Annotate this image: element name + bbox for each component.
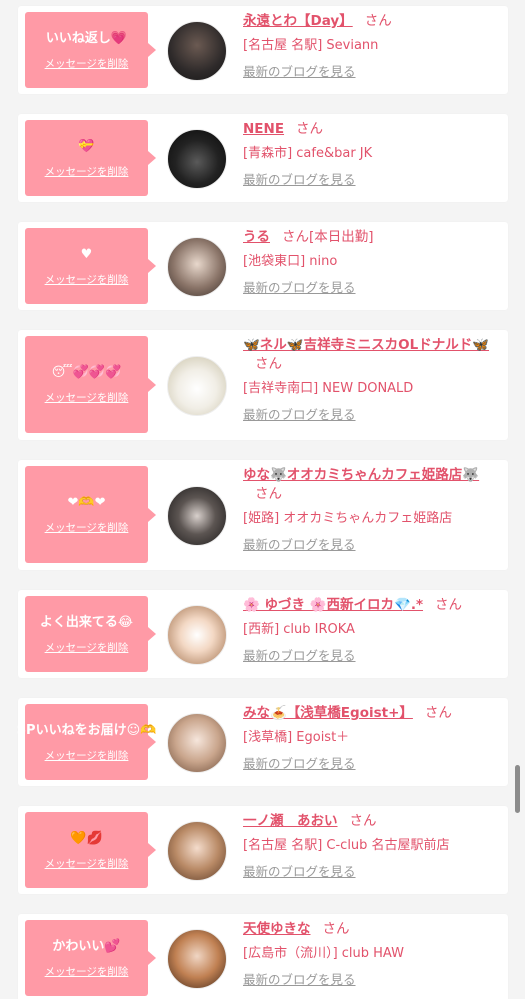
message-box: かわいい💕 メッセージを削除 bbox=[25, 920, 156, 996]
cast-name-link[interactable]: 🌸 ゆづき 🌸西新イロカ💎.* bbox=[243, 597, 423, 613]
cast-name-link[interactable]: ゆな🐺オオカミちゃんカフェ姫路店🐺 bbox=[243, 467, 479, 483]
delete-message-link[interactable]: メッセージを削除 bbox=[45, 164, 129, 179]
list-item: かわいい💕 メッセージを削除 天使ゆきな さん [広島市（流川）] club HA… bbox=[18, 914, 508, 999]
delete-message-link[interactable]: メッセージを削除 bbox=[45, 856, 129, 871]
latest-blog-link[interactable]: 最新のブログを見る bbox=[243, 971, 501, 988]
avatar[interactable] bbox=[167, 821, 227, 881]
avatar[interactable] bbox=[167, 129, 227, 189]
shop-area: [名古屋 名駅] Seviann bbox=[243, 38, 379, 53]
name-suffix: [本日出勤] bbox=[309, 229, 374, 245]
list-item: いいね返し💗 メッセージを削除 永遠とわ【Day】 さん [名古屋 名駅] Sev… bbox=[18, 6, 508, 94]
list-item: ❤🫶❤ メッセージを削除 ゆな🐺オオカミちゃんカフェ姫路店🐺 さん [姫路] オオ… bbox=[18, 460, 508, 570]
message-box: 💝 メッセージを削除 bbox=[25, 120, 156, 196]
delete-message-link[interactable]: メッセージを削除 bbox=[45, 390, 129, 405]
message-text: よく出来てる😂 bbox=[39, 614, 134, 630]
avatar[interactable] bbox=[167, 356, 227, 416]
avatar[interactable] bbox=[167, 605, 227, 665]
message-box: 😴💞💞💞 メッセージを削除 bbox=[25, 336, 156, 433]
avatar[interactable] bbox=[167, 713, 227, 773]
list-item: よく出来てる😂 メッセージを削除 🌸 ゆづき 🌸西新イロカ💎.* さん [西新] … bbox=[18, 590, 508, 678]
cast-name-link[interactable]: 一ノ瀬 あおい bbox=[243, 813, 338, 829]
latest-blog-link[interactable]: 最新のブログを見る bbox=[243, 171, 501, 188]
shop-area: [青森市] cafe&bar JK bbox=[243, 146, 373, 161]
scrollbar-thumb[interactable] bbox=[515, 765, 520, 813]
message-text: SPいいねをお届け☺🫶 bbox=[16, 722, 157, 738]
san-label: さん bbox=[364, 13, 392, 29]
cast-name-link[interactable]: 🦋ネル🦋吉祥寺ミニスカOLドナルド🦋 bbox=[243, 337, 489, 353]
san-label: さん bbox=[255, 356, 282, 372]
message-text: 💝 bbox=[78, 138, 95, 154]
shop-area: [浅草橋] Egoist＋ bbox=[243, 730, 350, 745]
shop-area: [西新] club IROKA bbox=[243, 622, 355, 637]
message-box: SPいいねをお届け☺🫶 メッセージを削除 bbox=[17, 704, 156, 780]
latest-blog-link[interactable]: 最新のブログを見る bbox=[243, 406, 501, 423]
delete-message-link[interactable]: メッセージを削除 bbox=[45, 964, 129, 979]
message-box: 🧡💋 メッセージを削除 bbox=[25, 812, 156, 888]
cast-name-link[interactable]: みな🍝【浅草橋Egoist+】 bbox=[243, 705, 413, 721]
san-label: さん bbox=[322, 921, 350, 937]
san-label: さん bbox=[255, 486, 282, 502]
delete-message-link[interactable]: メッセージを削除 bbox=[45, 520, 129, 535]
delete-message-link[interactable]: メッセージを削除 bbox=[45, 56, 129, 71]
latest-blog-link[interactable]: 最新のブログを見る bbox=[243, 63, 501, 80]
avatar[interactable] bbox=[167, 929, 227, 989]
avatar[interactable] bbox=[167, 237, 227, 297]
message-box: よく出来てる😂 メッセージを削除 bbox=[25, 596, 156, 672]
latest-blog-link[interactable]: 最新のブログを見る bbox=[243, 279, 501, 296]
latest-blog-link[interactable]: 最新のブログを見る bbox=[243, 536, 501, 553]
shop-area: [広島市（流川）] club HAW bbox=[243, 946, 404, 961]
message-text: 🧡💋 bbox=[70, 830, 103, 846]
message-text: いいね返し💗 bbox=[45, 30, 128, 46]
message-box: いいね返し💗 メッセージを削除 bbox=[25, 12, 156, 88]
san-label: さん bbox=[435, 597, 463, 613]
delete-message-link[interactable]: メッセージを削除 bbox=[45, 272, 129, 287]
message-list: いいね返し💗 メッセージを削除 永遠とわ【Day】 さん [名古屋 名駅] Sev… bbox=[0, 0, 525, 999]
san-label: さん bbox=[296, 121, 324, 137]
avatar[interactable] bbox=[167, 486, 227, 546]
list-item: 😴💞💞💞 メッセージを削除 🦋ネル🦋吉祥寺ミニスカOLドナルド🦋 さん [吉祥寺南… bbox=[18, 330, 508, 440]
list-item: 💝 メッセージを削除 NENE さん [青森市] cafe&bar JK 最新のブ… bbox=[18, 114, 508, 202]
san-label: さん bbox=[424, 705, 452, 721]
delete-message-link[interactable]: メッセージを削除 bbox=[45, 748, 129, 763]
message-text: ♥ bbox=[80, 246, 93, 262]
message-text: ❤🫶❤ bbox=[67, 495, 106, 510]
latest-blog-link[interactable]: 最新のブログを見る bbox=[243, 647, 501, 664]
san-label: さん bbox=[282, 229, 309, 245]
san-label: さん bbox=[349, 813, 377, 829]
avatar[interactable] bbox=[167, 21, 227, 81]
cast-name-link[interactable]: 天使ゆきな bbox=[243, 921, 311, 937]
list-item: SPいいねをお届け☺🫶 メッセージを削除 みな🍝【浅草橋Egoist+】 さん [… bbox=[17, 698, 508, 786]
cast-name-link[interactable]: NENE bbox=[243, 121, 284, 137]
message-text: 😴💞💞💞 bbox=[51, 365, 122, 380]
shop-area: [名古屋 名駅] C-club 名古屋駅前店 bbox=[243, 838, 450, 853]
shop-area: [池袋東口] nino bbox=[243, 254, 338, 269]
delete-message-link[interactable]: メッセージを削除 bbox=[45, 640, 129, 655]
latest-blog-link[interactable]: 最新のブログを見る bbox=[243, 863, 501, 880]
cast-name-link[interactable]: 永遠とわ【Day】 bbox=[243, 13, 353, 29]
latest-blog-link[interactable]: 最新のブログを見る bbox=[243, 755, 501, 772]
shop-area: [姫路] オオカミちゃんカフェ姫路店 bbox=[243, 511, 453, 526]
shop-area: [吉祥寺南口] NEW DONALD bbox=[243, 381, 414, 396]
message-box: ♥ メッセージを削除 bbox=[25, 228, 156, 304]
message-box: ❤🫶❤ メッセージを削除 bbox=[25, 466, 156, 563]
list-item: ♥ メッセージを削除 うる さん[本日出勤] [池袋東口] nino 最新のブログ… bbox=[18, 222, 508, 310]
cast-name-link[interactable]: うる bbox=[243, 229, 270, 245]
list-item: 🧡💋 メッセージを削除 一ノ瀬 あおい さん [名古屋 名駅] C-club 名古… bbox=[18, 806, 508, 894]
message-text: かわいい💕 bbox=[52, 938, 121, 954]
